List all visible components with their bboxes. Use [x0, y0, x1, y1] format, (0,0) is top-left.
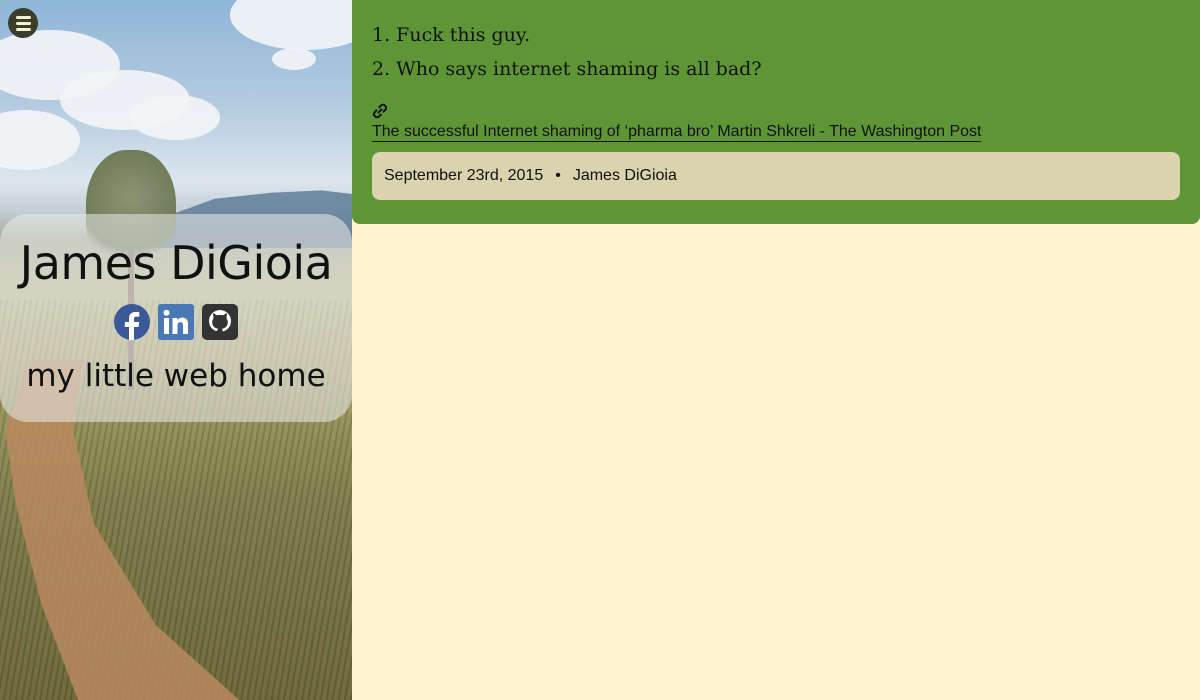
- linkedin-link[interactable]: [158, 304, 194, 340]
- hamburger-icon: [15, 15, 31, 19]
- post-list: 1. Fuck this guy. 2. Who says internet s…: [372, 20, 762, 88]
- link-icon: [373, 103, 387, 119]
- background-cloud: [130, 95, 220, 140]
- sidebar: James DiGioia my little web home: [0, 0, 352, 700]
- background-cloud: [230, 0, 352, 50]
- hamburger-icon: [15, 27, 31, 31]
- profile-name: James DiGioia: [19, 236, 333, 290]
- meta-separator: •: [555, 167, 561, 184]
- article-link[interactable]: The successful Internet shaming of ‘phar…: [372, 122, 982, 142]
- post-author: James DiGioia: [572, 167, 677, 184]
- facebook-link[interactable]: [114, 304, 150, 340]
- social-links: [0, 304, 352, 340]
- hamburger-icon: [15, 21, 31, 25]
- list-item-text: Who says internet shaming is all bad?: [396, 58, 762, 80]
- list-item: 1. Fuck this guy.: [372, 24, 531, 46]
- list-item-text: Fuck this guy.: [396, 24, 531, 46]
- facebook-icon: [114, 304, 150, 340]
- menu-button[interactable]: [8, 8, 38, 38]
- background-cloud: [0, 110, 80, 170]
- list-item: 2. Who says internet shaming is all bad?: [372, 58, 762, 80]
- background-cloud: [272, 48, 316, 70]
- github-link[interactable]: [202, 304, 238, 340]
- linkedin-icon: [158, 304, 194, 340]
- github-icon: [202, 304, 238, 340]
- post-meta: September 23rd, 2015 • James DiGioia: [372, 152, 1180, 200]
- post-date: September 23rd, 2015: [384, 167, 544, 184]
- profile-card: James DiGioia my little web home: [0, 214, 352, 422]
- profile-tagline: my little web home: [26, 358, 326, 394]
- post-card: 1. Fuck this guy. 2. Who says internet s…: [352, 0, 1200, 224]
